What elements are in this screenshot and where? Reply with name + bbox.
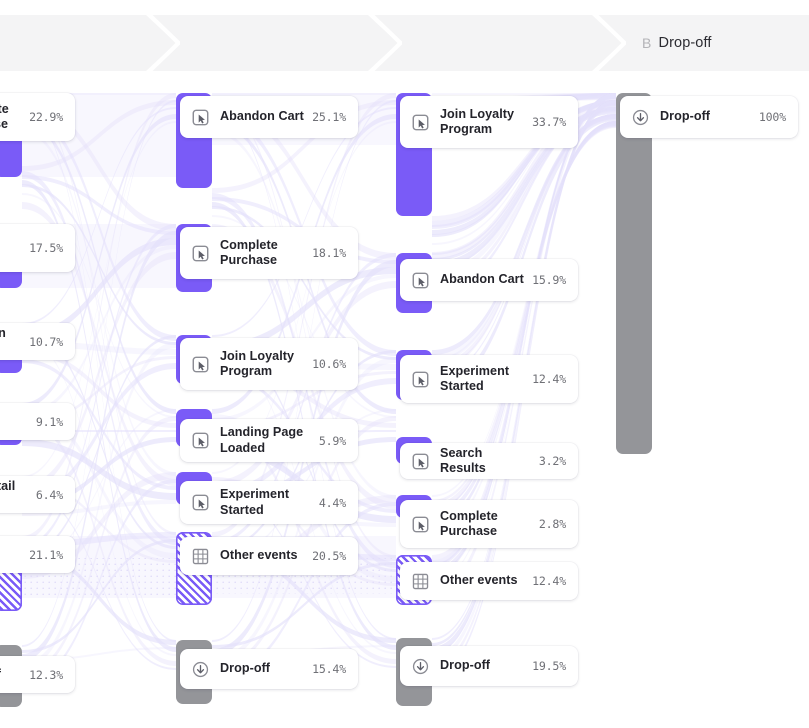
sankey-node-value: 15.4% [312, 662, 346, 676]
click-event-icon [411, 452, 430, 471]
sankey-node-card[interactable]: Drop-off 12.3% [0, 656, 75, 693]
sankey-node-card[interactable]: Landing Page Loaded 17.5% [0, 224, 75, 272]
sankey-node-label: Search Results [440, 446, 531, 477]
sankey-node-label: Drop-off [0, 667, 21, 683]
sankey-node-value: 3.2% [539, 454, 566, 468]
sankey-node-label: Other events [0, 539, 21, 570]
sankey-node-card[interactable]: Complete Purchase 18.1% [180, 227, 358, 279]
sankey-node-card[interactable]: Other events 20.5% [180, 537, 358, 575]
sankey-node-value: 9.1% [36, 415, 63, 429]
sankey-node-value: 33.7% [532, 115, 566, 129]
drop-off-arrow-icon [411, 657, 430, 676]
sankey-node-value: 6.4% [36, 488, 63, 502]
sankey-node-label: Drop-off [660, 109, 751, 125]
sankey-node-value: 10.7% [29, 335, 63, 349]
sankey-node-card[interactable]: Abandon Cart 15.9% [400, 259, 578, 301]
sankey-node-value: 10.6% [312, 357, 346, 371]
sankey-node-value: 4.4% [319, 496, 346, 510]
sankey-node-label: Abandon Cart [220, 109, 304, 125]
other-events-grid-icon [191, 547, 210, 566]
click-event-icon [191, 431, 210, 450]
sankey-node-label: Abandon Cart [0, 326, 21, 357]
click-event-icon [411, 370, 430, 389]
sankey-node-label: Abandon Cart [440, 272, 524, 288]
sankey-node-card[interactable]: Drop-off 19.5% [400, 646, 578, 686]
sankey-node-value: 15.9% [532, 273, 566, 287]
breadcrumb-item-1[interactable] [166, 15, 388, 71]
sankey-node-card[interactable]: Search Results 3.2% [400, 443, 578, 479]
sankey-node-card[interactable]: Join Loyalty Program 33.7% [400, 96, 578, 148]
breadcrumb-item-0[interactable] [0, 15, 166, 71]
sankey-node-value: 19.5% [532, 659, 566, 673]
sankey-node-label: Landing Page Loaded [220, 425, 311, 456]
sankey-node-value: 2.8% [539, 517, 566, 531]
sankey-node-card[interactable]: Landing Page Loaded 5.9% [180, 419, 358, 462]
sankey-node-value: 5.9% [319, 434, 346, 448]
click-event-icon [411, 113, 430, 132]
sankey-node-value: 18.1% [312, 246, 346, 260]
sankey-node-label: Landing Page Loaded [0, 225, 21, 272]
sankey-node-card[interactable]: Experiment Started 4.4% [180, 481, 358, 524]
sankey-node-card[interactable]: Item Detail Page 6.4% [0, 476, 75, 513]
sankey-node-card[interactable]: Complete Purchase 22.9% [0, 93, 75, 141]
sankey-node-label: Join Loyalty Program [220, 349, 304, 380]
breadcrumb-item-3[interactable]: B Drop-off [612, 15, 809, 71]
sankey-node-value: 12.3% [29, 668, 63, 682]
click-event-icon [191, 355, 210, 374]
sankey-node-value: 12.4% [532, 574, 566, 588]
sankey-node-label: Complete Purchase [220, 238, 304, 269]
sankey-node-label: Experiment Started [220, 487, 311, 518]
click-event-icon [191, 493, 210, 512]
other-events-grid-icon [411, 572, 430, 591]
breadcrumb: B Drop-off [0, 15, 809, 71]
click-event-icon [191, 244, 210, 263]
sankey-node-value: 17.5% [29, 241, 63, 255]
sankey-node-label: Drop-off [440, 658, 524, 674]
flow-ribbon [212, 93, 396, 95]
breadcrumb-step-letter: B [642, 35, 652, 51]
sankey-node-label: Other events [220, 548, 304, 564]
sankey-node-value: 20.5% [312, 549, 346, 563]
sankey-node-label: Search [0, 414, 28, 430]
sankey-node-value: 25.1% [312, 110, 346, 124]
sankey-node-card[interactable]: Abandon Cart 10.7% [0, 323, 75, 360]
sankey-node-card[interactable]: Drop-off 100% [620, 96, 798, 138]
click-event-icon [411, 515, 430, 534]
sankey-node-label: Experiment Started [440, 364, 524, 395]
breadcrumb-item-2[interactable] [388, 15, 612, 71]
sankey-node-card[interactable]: Drop-off 15.4% [180, 649, 358, 689]
sankey-node-label: Item Detail Page [0, 479, 28, 510]
click-event-icon [411, 271, 430, 290]
drop-off-arrow-icon [191, 660, 210, 679]
sankey-node-card[interactable]: Experiment Started 12.4% [400, 355, 578, 403]
sankey-node-card[interactable]: Other events 12.4% [400, 562, 578, 600]
sankey-node-card[interactable]: Join Loyalty Program 10.6% [180, 338, 358, 390]
sankey-node-card[interactable]: Search 9.1% [0, 403, 75, 440]
click-event-icon [191, 108, 210, 127]
sankey-node-card[interactable]: Other events 21.1% [0, 536, 75, 573]
sankey-node-label: Drop-off [220, 661, 304, 677]
sankey-node-label: Complete Purchase [0, 102, 21, 133]
sankey-node-value: 12.4% [532, 372, 566, 386]
sankey-node-value: 21.1% [29, 548, 63, 562]
sankey-node-value: 22.9% [29, 110, 63, 124]
sankey-node-card[interactable]: Abandon Cart 25.1% [180, 96, 358, 138]
drop-off-arrow-icon [631, 108, 650, 127]
sankey-node-card[interactable]: Complete Purchase 2.8% [400, 500, 578, 548]
sankey-node-label: Join Loyalty Program [440, 107, 524, 138]
sankey-node-value: 100% [759, 110, 786, 124]
breadcrumb-step-label: Drop-off [659, 35, 712, 51]
sankey-chart: Complete Purchase 22.9% Landing Page Loade… [0, 71, 809, 728]
sankey-node-label: Complete Purchase [440, 509, 531, 540]
sankey-node-bar[interactable] [616, 93, 652, 454]
sankey-node-label: Other events [440, 573, 524, 589]
